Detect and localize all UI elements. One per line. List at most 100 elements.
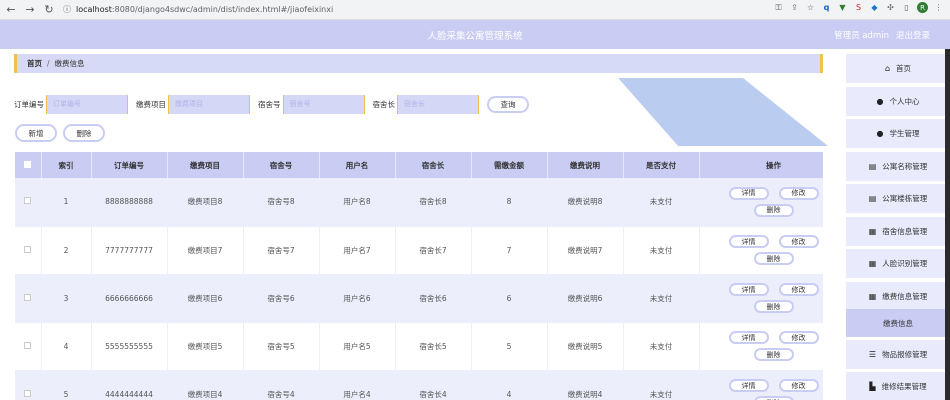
row-checkbox[interactable] (24, 341, 32, 349)
detail-button[interactable]: 详情 (728, 186, 769, 200)
reload-icon[interactable]: ↻ (41, 2, 57, 18)
cell-dorm: 宿舍号8 (243, 178, 320, 227)
sidebar-item-apartment-names[interactable]: ▤ 公寓名称管理 (846, 152, 950, 181)
extension-q-icon[interactable]: q (821, 2, 832, 13)
forward-icon[interactable]: → (22, 2, 38, 18)
info-icon[interactable]: ⓘ (63, 4, 71, 15)
cell-user: 用户名4 (319, 370, 396, 400)
breadcrumb: 首页 / 缴费信息 (14, 54, 823, 73)
sidebar-subitem-payment-info[interactable]: 缴费信息 (846, 309, 950, 337)
row-delete-button[interactable]: 删除 (753, 396, 794, 400)
edit-button[interactable]: 修改 (778, 186, 819, 200)
delete-button[interactable]: 删除 (63, 124, 105, 142)
address-bar[interactable]: ⓘ localhost:8080/django4sdwc/admin/dist/… (63, 4, 333, 15)
cell-actions: 详情修改删除 (699, 178, 823, 227)
edit-button[interactable]: 修改 (778, 283, 819, 296)
detail-button[interactable]: 详情 (728, 379, 769, 392)
row-select-cell[interactable] (15, 322, 42, 371)
cell-amount: 8 (471, 178, 548, 227)
row-checkbox[interactable] (24, 197, 32, 205)
share-icon[interactable]: ⇪ (789, 2, 800, 13)
column-header: 宿舍长 (395, 152, 472, 178)
row-checkbox[interactable] (24, 245, 32, 253)
cell-index: 2 (41, 226, 92, 275)
sidebar-item-home[interactable]: ⌂ 首页 (846, 54, 950, 83)
row-select-cell[interactable] (15, 226, 42, 275)
cell-dorm: 宿舍号4 (243, 370, 320, 400)
menu-icon[interactable]: ⋮ (933, 2, 944, 13)
cell-user: 用户名6 (319, 274, 396, 323)
row-checkbox[interactable] (24, 293, 32, 301)
cell-item: 缴费项目6 (167, 274, 244, 323)
cell-leader: 宿舍长4 (395, 370, 472, 400)
sidebar-item-payment-management[interactable]: ▦ 缴费信息管理 (846, 282, 950, 311)
row-select-cell[interactable] (15, 370, 42, 400)
select-all-checkbox[interactable] (24, 160, 32, 168)
sidebar-item-repair-results[interactable]: ▙ 维修结果管理 (846, 372, 950, 400)
edit-button[interactable]: 修改 (778, 235, 819, 248)
breadcrumb-home[interactable]: 首页 (27, 58, 42, 69)
select-all-cell[interactable] (15, 152, 42, 178)
home-icon: ⌂ (884, 64, 891, 73)
data-table: 索引 订单编号 缴费项目 宿舍号 用户名 宿舍长 需缴金额 缴费说明 是否支付 … (15, 152, 823, 400)
cell-leader: 宿舍长6 (395, 274, 472, 323)
breadcrumb-separator: / (47, 59, 50, 68)
sidebar-item-repair-requests[interactable]: ☰ 物品报修管理 (846, 340, 950, 369)
sidebar-item-buildings[interactable]: ▤ 公寓楼栋管理 (846, 184, 950, 213)
sidebar-item-dorm-info[interactable]: ▦ 宿舍信息管理 (846, 217, 950, 246)
sidebar-item-label: 物品报修管理 (882, 350, 928, 359)
row-delete-button[interactable]: 删除 (753, 348, 794, 361)
row-select-cell[interactable] (15, 178, 42, 227)
profile-avatar[interactable]: R (917, 2, 928, 13)
edit-button[interactable]: 修改 (778, 331, 819, 344)
detail-button[interactable]: 详情 (728, 283, 769, 296)
sidebar-item-label: 缴费信息 (883, 318, 913, 328)
table-row: 1 8888888888 缴费项目8 宿舍号8 用户名8 宿舍长8 8 缴费说明8 未支付 详情修… (15, 178, 823, 227)
cell-item: 缴费项目8 (167, 178, 244, 227)
fee-item-input[interactable]: 缴费项目 (168, 94, 250, 114)
extension-icons: ⚿ ⇪ ☆ q ▼ S ◆ ✣ ▯ R ⋮ (773, 2, 944, 13)
row-select-cell[interactable] (15, 274, 42, 323)
row-delete-button[interactable]: 删除 (753, 252, 794, 265)
column-header: 需缴金额 (471, 152, 548, 178)
app-header: 人脸采集公寓管理系统 管理员 admin 退出登录 (0, 20, 950, 49)
order-number-input[interactable]: 订单编号 (46, 94, 128, 114)
key-icon[interactable]: ⚿ (773, 2, 784, 13)
dorm-number-input[interactable]: 宿舍号 (282, 94, 365, 114)
puzzle-icon[interactable]: ✣ (885, 2, 896, 13)
logout-link[interactable]: 退出登录 (896, 29, 930, 41)
back-icon[interactable]: ← (3, 2, 19, 18)
detail-button[interactable]: 详情 (728, 235, 769, 248)
cell-user: 用户名7 (319, 226, 396, 275)
cell-order: 4444444444 (91, 370, 168, 400)
star-icon[interactable]: ☆ (805, 2, 816, 13)
edit-button[interactable]: 修改 (778, 379, 819, 392)
sidepanel-icon[interactable]: ▯ (901, 2, 912, 13)
browser-toolbar: ← → ↻ ⓘ localhost:8080/django4sdwc/admin… (0, 0, 950, 20)
cell-index: 3 (41, 274, 92, 323)
sidebar-item-profile[interactable]: ● 个人中心 (846, 87, 950, 116)
row-checkbox[interactable] (24, 389, 32, 397)
list-icon: ▤ (868, 194, 877, 203)
row-delete-button[interactable]: 删除 (753, 203, 794, 217)
row-delete-button[interactable]: 删除 (753, 300, 794, 313)
extension-s-icon[interactable]: S (853, 2, 864, 13)
sidebar-item-face-recognition[interactable]: ▦ 人脸识别管理 (846, 249, 950, 278)
cell-desc: 缴费说明4 (547, 370, 624, 400)
sidebar-item-label: 公寓名称管理 (882, 162, 928, 171)
cell-user: 用户名5 (319, 322, 396, 371)
sidebar: ⌂ 首页 ● 个人中心 ● 学生管理 ▤ 公寓名称管理 ▤ 公寓楼栋管理 ▦ 宿舍信息管理 … (846, 49, 950, 400)
extension-blue-icon[interactable]: ◆ (869, 2, 880, 13)
search-button[interactable]: 查询 (487, 95, 529, 113)
grid-icon: ▦ (868, 259, 877, 268)
detail-button[interactable]: 详情 (728, 331, 769, 344)
add-button[interactable]: 新增 (15, 124, 57, 142)
sidebar-item-students[interactable]: ● 学生管理 (846, 119, 950, 148)
extension-v-icon[interactable]: ▼ (837, 2, 848, 13)
dorm-leader-input[interactable]: 宿舍长 (397, 94, 479, 114)
decorative-shape (618, 78, 828, 146)
cell-order: 5555555555 (91, 322, 168, 371)
sidebar-item-label: 宿舍信息管理 (882, 227, 928, 236)
cell-item: 缴费项目5 (167, 322, 244, 371)
column-header: 是否支付 (623, 152, 700, 178)
